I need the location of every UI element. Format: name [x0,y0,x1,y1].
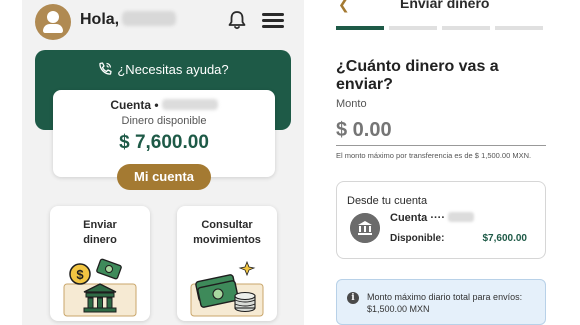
greeting-text: Hola, [80,11,120,28]
source-account-label: Cuenta ···· [390,212,445,224]
daily-limit-info: i Monto máximo diario total para envíos:… [336,279,546,325]
help-text: ¿Necesitas ayuda? [117,62,229,77]
send-money-illustration: $ [63,258,137,317]
redacted-account-number [161,99,218,110]
available-label: Disponible: [390,233,445,244]
bank-icon [350,213,380,243]
amount-input[interactable] [336,116,546,146]
svg-text:$: $ [76,267,84,282]
redacted-user-name [122,11,177,26]
view-movements-tile[interactable]: Consultar movimientos [177,206,277,321]
daily-limit-text: Monto máximo diario total para envíos: $… [367,292,523,314]
progress-step [389,26,437,30]
hamburger-line [262,19,284,22]
source-title: Desde tu cuenta [347,195,428,207]
available-value: $7,600.00 [482,233,528,244]
step-progress [336,26,560,30]
hamburger-icon[interactable] [262,13,284,29]
account-number-line: Cuenta • [53,98,275,112]
amount-label: Monto [336,98,367,110]
tile-label: Consultar movimientos [193,219,261,246]
screen-title: Enviar dinero [400,0,490,11]
send-money-tile[interactable]: Enviar dinero $ [50,206,150,321]
amount-question: ¿Cuánto dinero vas a enviar? [336,58,499,93]
home-screen: Hola, ¿Necesitas ayuda? Cuenta • Dinero … [22,0,304,325]
greeting: Hola, [80,11,177,29]
back-chevron-icon[interactable]: ❮ [338,0,350,13]
progress-step-active [336,26,384,30]
send-money-screen: ❮ Enviar dinero ¿Cuánto dinero vas a env… [320,0,560,325]
tile-label: Enviar dinero [83,219,117,246]
hamburger-line [262,13,284,16]
money-stack-illustration [190,260,264,317]
user-avatar[interactable] [35,4,71,40]
max-transfer-note: El monto máximo por transferencia es de … [336,151,532,160]
progress-step [442,26,490,30]
my-account-button[interactable]: Mi cuenta [117,164,211,190]
hamburger-line [262,25,284,28]
bell-icon[interactable] [228,10,246,30]
avatar-head [47,11,59,23]
source-account-card[interactable]: Desde tu cuenta Cuenta ···· Disponible: … [336,181,546,259]
account-label: Cuenta • [110,98,159,112]
available-label: Dinero disponible [121,115,207,127]
home-header: Hola, [22,0,304,42]
progress-step [495,26,543,30]
source-account-number: Cuenta ···· [390,212,474,224]
phone-call-icon [99,62,113,75]
help-row: ¿Necesitas ayuda? [35,61,291,77]
info-icon: i [347,292,359,304]
avatar-body [43,24,63,33]
account-balance: $ 7,600.00 [119,132,209,153]
redacted-account-number [448,212,474,222]
